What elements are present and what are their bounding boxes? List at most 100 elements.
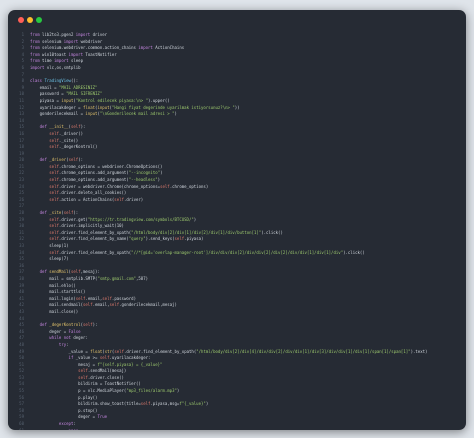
line-number: 34 <box>19 249 24 255</box>
line-code: self.driver.find_element_by_xpath("//*[@… <box>30 250 365 257</box>
line-number: 49 <box>19 348 24 354</box>
code-token: .driver = webdriver.Chrome(chrome_option… <box>58 183 161 189</box>
code-token: __init__ <box>49 124 69 130</box>
line-number: 45 <box>19 322 24 328</box>
line-number: 42 <box>19 302 24 308</box>
code-token: self <box>70 124 81 130</box>
code-token: ) <box>160 170 163 176</box>
line-code: deger = True <box>30 414 107 421</box>
code-token: self <box>49 144 59 150</box>
code-token: _degerKontrol <box>49 322 81 328</box>
code-token: self <box>75 295 86 301</box>
code-line: 35 sleep(7) <box>8 256 466 263</box>
code-line: 45 def _degerKontrol(self): <box>8 322 466 329</box>
code-token: ToastNotifier <box>85 51 117 57</box>
line-code: bildirim.show_toast(title=self.piyasa,ms… <box>30 401 208 408</box>
code-token: True <box>97 414 108 420</box>
code-token: ): <box>78 157 84 163</box>
code-token: self <box>49 170 59 176</box>
line-number: 1 <box>21 32 24 37</box>
code-token: import <box>75 32 93 37</box>
code-token: float <box>82 104 96 110</box>
code-token: ): <box>80 124 86 130</box>
code-token: def <box>39 157 50 163</box>
code-token: mail.close() <box>30 308 79 314</box>
line-number: 33 <box>19 243 24 248</box>
minimize-window-button[interactable] <box>27 17 33 23</box>
line-number: 47 <box>19 335 24 341</box>
code-area[interactable]: 1 from lib2to3.pgen2 import driver 2 from s… <box>8 32 466 430</box>
maximize-window-button[interactable] <box>36 17 42 23</box>
line-code: p.play() <box>30 395 97 402</box>
code-token: p.stop() <box>30 407 98 413</box>
line-code: from time import sleep <box>30 58 83 65</box>
code-line: 10 password = "MAIL SIFRENIZ" <box>8 91 466 98</box>
code-editor-window: 1 from lib2to3.pgen2 import driver 2 from s… <box>8 10 466 430</box>
code-token: deger = <box>30 414 98 420</box>
line-number: 9 <box>21 84 24 90</box>
code-line: 48 try: <box>8 342 466 349</box>
code-line: 41 mail.login(self.email,self.password) <box>8 296 466 303</box>
window-titlebar <box>8 10 466 30</box>
code-line: 8 class TradingView(): <box>8 78 466 85</box>
code-line: 31 self.driver.find_element_by_xpath("/h… <box>8 230 466 237</box>
code-line: 56 p.play() <box>8 395 466 402</box>
line-number: 43 <box>19 308 24 314</box>
code-token: "/html/body/div[2]/div[1]/div[2]/div[1]/… <box>131 229 262 235</box>
line-number: 16 <box>19 130 24 136</box>
code-line: 44 <box>8 316 466 323</box>
code-line: 34 self.driver.find_element_by_xpath("//… <box>8 250 466 257</box>
line-code: from win10toast import ToastNotifier <box>30 52 117 59</box>
code-token: False <box>68 328 81 334</box>
code-token: self <box>49 163 59 169</box>
code-token: .driver.find_element_by_xpath( <box>58 249 132 255</box>
line-number: 5 <box>21 58 24 64</box>
line-code: self.driver.close() <box>30 375 124 382</box>
code-token: from <box>30 45 43 51</box>
code-token: .piyasa) <box>184 236 204 242</box>
line-number: 17 <box>19 137 24 143</box>
line-code: self.driver.delete_all_cookies() <box>30 190 126 197</box>
code-token: input <box>85 111 98 117</box>
code-token: f"{_value}" <box>179 401 206 407</box>
code-token: .password) <box>111 295 136 301</box>
line-number: 12 <box>19 104 24 110</box>
code-token: self <box>83 322 93 328</box>
line-code: pass <box>30 428 79 430</box>
line-code: deger = False <box>30 328 81 336</box>
line-number: 21 <box>19 163 24 169</box>
code-token: from <box>30 32 43 37</box>
code-token: .driver.find_element_by_name( <box>58 236 129 242</box>
code-token: sleep <box>70 58 83 64</box>
code-line: 11 piyasa = input("Kontrol edilecek piya… <box>8 98 466 105</box>
line-code: _value = float(str(self.driver.find_elem… <box>30 348 428 356</box>
close-window-button[interactable] <box>18 17 24 23</box>
code-token: ) <box>174 111 177 117</box>
code-token: .driver.find_element_by_xpath( <box>123 348 197 354</box>
code-line: 3 from selenium.webdriver.common.action_c… <box>8 45 466 52</box>
code-token: self <box>78 368 88 374</box>
code-token: .piyasa,msg= <box>150 401 180 407</box>
code-token: piyasa = <box>30 97 62 103</box>
line-code: self.chrome_options.add_argument("--inco… <box>30 170 162 177</box>
code-line: 26 self.action = ActionChains(self.drive… <box>8 197 466 204</box>
code-token: import <box>63 38 81 44</box>
code-token: ._degerKontrol() <box>58 144 98 150</box>
code-token: self <box>49 196 59 202</box>
code-token: pass <box>69 428 79 430</box>
line-number: 7 <box>21 71 24 77</box>
code-token: self <box>49 130 59 136</box>
code-token: from <box>30 58 43 64</box>
code-token: bildirim.show_toast(title= <box>30 401 141 407</box>
code-token: time <box>42 58 55 64</box>
line-number: 8 <box>21 78 24 84</box>
line-code: import vlc,os,smtplib <box>30 65 81 72</box>
line-code: from selenium import webdriver <box>30 39 102 46</box>
